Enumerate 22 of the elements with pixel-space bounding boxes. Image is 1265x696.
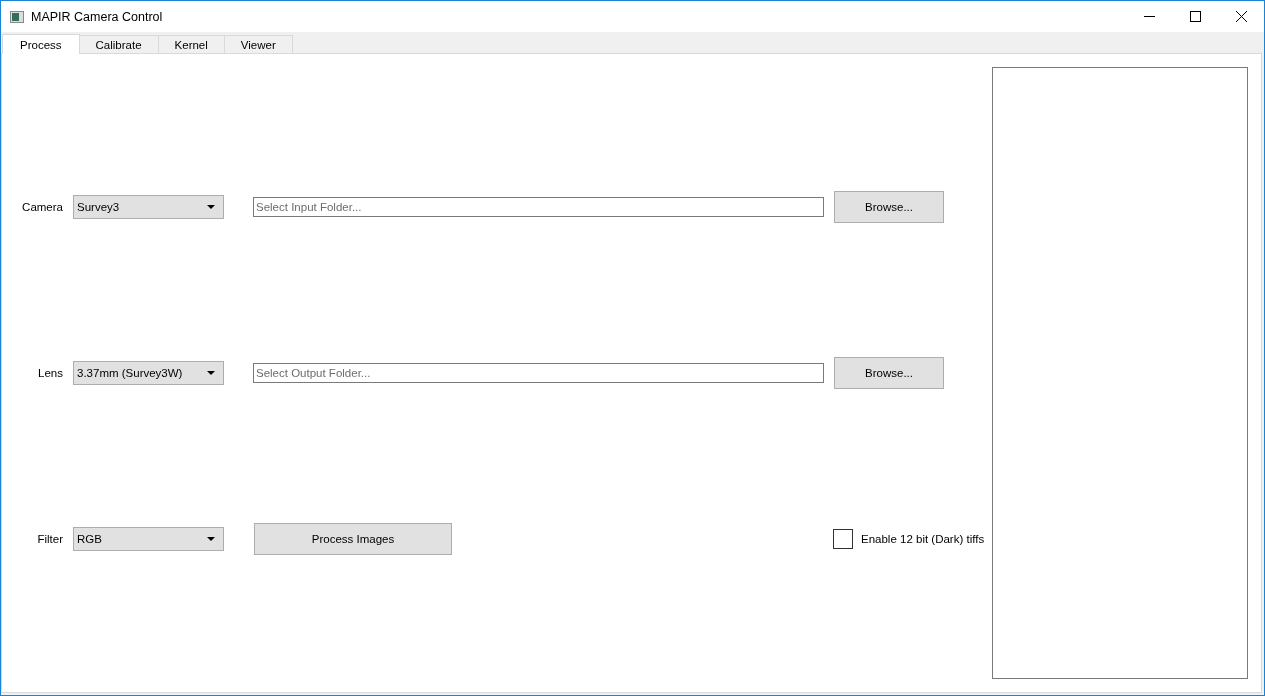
folder-field[interactable]: Select Input Folder... <box>253 197 824 217</box>
caret-icon <box>207 371 215 375</box>
browse-button[interactable]: Browse... <box>834 191 944 223</box>
process-button[interactable]: Process Images <box>254 523 452 555</box>
checkbox-label: Enable 12 bit (Dark) tiffs <box>861 533 985 545</box>
field-label: Lens <box>37 367 63 379</box>
caret-icon <box>207 205 215 209</box>
tab[interactable]: Viewer <box>223 35 293 53</box>
dropdown[interactable]: Survey3 <box>73 195 224 219</box>
tab[interactable]: Process <box>2 34 80 54</box>
dropdown[interactable]: RGB <box>73 527 224 551</box>
folder-field[interactable]: Select Output Folder... <box>253 363 824 383</box>
app-icon <box>10 10 24 23</box>
window-title: MAPIR Camera Control <box>31 9 164 24</box>
checkbox[interactable] <box>833 529 853 549</box>
dropdown[interactable]: 3.37mm (Survey3W) <box>73 361 224 385</box>
maximize-icon <box>1189 11 1201 22</box>
caret-icon <box>207 537 215 541</box>
field-label: Filter <box>36 533 63 545</box>
field-label: Camera <box>21 201 63 213</box>
close-icon <box>1235 11 1247 22</box>
browse-button[interactable]: Browse... <box>834 357 944 389</box>
